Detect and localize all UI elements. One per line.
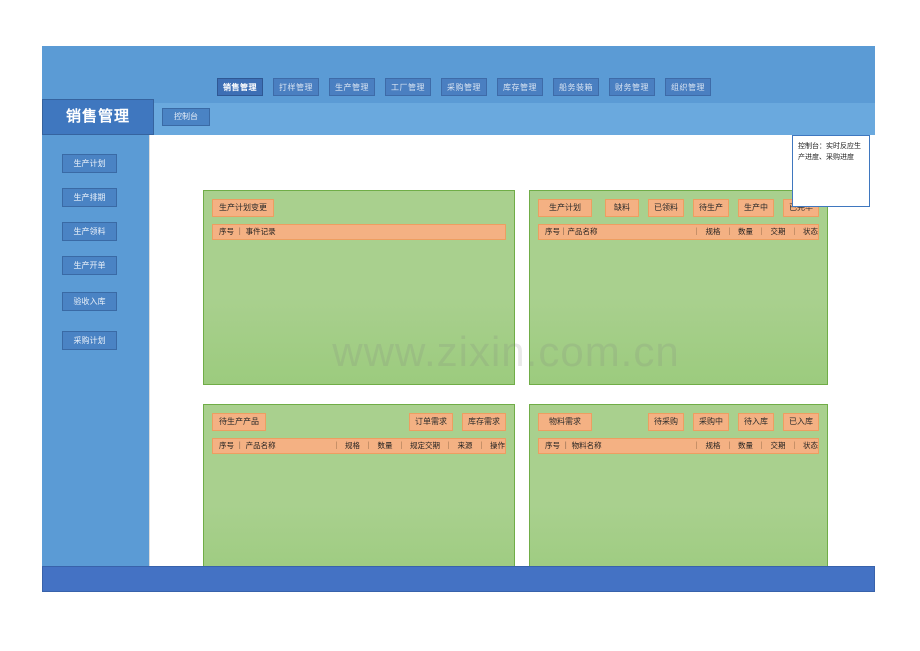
filter-shortage[interactable]: 缺料 <box>605 199 639 217</box>
column-label-source: 来源 <box>457 441 473 450</box>
nav-item-sampling-management[interactable]: 打样管理 <box>273 78 319 96</box>
filter-inventory-demand[interactable]: 库存需求 <box>462 413 506 431</box>
column-label-spec: 规格 <box>705 441 721 450</box>
column-label-required-date: 规定交期 <box>410 441 440 450</box>
filter-pending-purchase[interactable]: 待采购 <box>648 413 684 431</box>
column-separator: ｜ <box>365 441 373 450</box>
column-label-spec: 规格 <box>345 441 360 450</box>
table-column-header-production-plan: 序号｜产品名称 ｜ 规格 ｜ 数量 ｜ 交期 ｜ 状态 <box>538 224 819 240</box>
sidebar-item-production-order[interactable]: 生产开单 <box>62 256 117 275</box>
column-separator: ｜ <box>725 441 734 450</box>
column-label-operation: 操作 <box>490 441 505 450</box>
column-separator: ｜ <box>693 441 701 450</box>
column-separator: ｜ <box>397 441 406 450</box>
panel-header: 生产计划变更 <box>212 199 506 217</box>
nav-item-factory-management[interactable]: 工厂管理 <box>385 78 431 96</box>
panel-title-material-demand[interactable]: 物料需求 <box>538 413 592 431</box>
filter-group-production-plan: 缺料 已领料 待生产 生产中 已完毕 <box>605 199 819 217</box>
tab-dashboard[interactable]: 控制台 <box>162 108 210 126</box>
column-label-index-event: 序号 ｜ 事件记录 <box>219 227 276 236</box>
nav-item-organization-management[interactable]: 组织管理 <box>665 78 711 96</box>
sidebar-item-production-plan[interactable]: 生产计划 <box>62 154 117 173</box>
panel-pending-production-products: 待生产产品 订单需求 库存需求 序号 ｜ 产品名称 ｜ 规格 ｜ 数量 ｜ 规定… <box>203 404 515 588</box>
column-separator: ｜ <box>693 227 701 236</box>
column-label-status: 状态 <box>803 441 818 450</box>
filter-in-production[interactable]: 生产中 <box>738 199 774 217</box>
sidebar-item-acceptance-warehousing[interactable]: 验收入库 <box>62 292 117 311</box>
application-window: 销售管理 打样管理 生产管理 工厂管理 采购管理 库存管理 船务装箱 财务管理 … <box>42 46 875 592</box>
panel-header: 待生产产品 订单需求 库存需求 <box>212 413 506 431</box>
top-header-band: 销售管理 打样管理 生产管理 工厂管理 采购管理 库存管理 船务装箱 财务管理 … <box>42 46 875 103</box>
column-label-index-material: 序号 ｜ 物料名称 <box>545 441 602 450</box>
column-label-spec: 规格 <box>705 227 721 236</box>
panel-header: 生产计划 缺料 已领料 待生产 生产中 已完毕 <box>538 199 819 217</box>
panel-title-plan-change[interactable]: 生产计划变更 <box>212 199 274 217</box>
sidebar-item-production-schedule[interactable]: 生产排期 <box>62 188 117 207</box>
dashboard-note-box: 控制台：实时反应生产进度、采购进度 <box>792 135 870 207</box>
filter-order-demand[interactable]: 订单需求 <box>409 413 453 431</box>
column-labels-rest: ｜ 规格 ｜ 数量 ｜ 交期 ｜ 状态 <box>688 439 818 453</box>
nav-item-sales-management[interactable]: 销售管理 <box>217 78 263 96</box>
filter-purchasing[interactable]: 采购中 <box>693 413 729 431</box>
table-column-header-pending-products: 序号 ｜ 产品名称 ｜ 规格 ｜ 数量 ｜ 规定交期 ｜ 来源 ｜ 操作 <box>212 438 506 454</box>
column-separator: ｜ <box>790 441 799 450</box>
panel-production-plan-change: 生产计划变更 序号 ｜ 事件记录 <box>203 190 515 385</box>
column-label-quantity: 数量 <box>738 227 753 236</box>
column-label-quantity: 数量 <box>377 441 393 450</box>
filter-group-material-demand: 待采购 采购中 待入库 已入库 <box>648 413 819 431</box>
column-separator: ｜ <box>758 441 766 450</box>
column-label-index-product: 序号 ｜ 产品名称 <box>219 441 276 450</box>
column-separator: ｜ <box>758 227 766 236</box>
column-label-due-date: 交期 <box>770 441 786 450</box>
table-column-header-plan-change: 序号 ｜ 事件记录 <box>212 224 506 240</box>
panel-header: 物料需求 待采购 采购中 待入库 已入库 <box>538 413 819 431</box>
column-label-due-date: 交期 <box>770 227 786 236</box>
table-column-header-material-demand: 序号 ｜ 物料名称 ｜ 规格 ｜ 数量 ｜ 交期 ｜ 状态 <box>538 438 819 454</box>
filter-warehoused[interactable]: 已入库 <box>783 413 819 431</box>
column-separator: ｜ <box>332 441 341 450</box>
sidebar: 生产计划 生产排期 生产领料 生产开单 验收入库 采购计划 <box>42 135 149 566</box>
filter-pending-production[interactable]: 待生产 <box>693 199 729 217</box>
column-label-status: 状态 <box>803 227 818 236</box>
nav-item-shipping-packing[interactable]: 船务装箱 <box>553 78 599 96</box>
column-separator: ｜ <box>445 441 453 450</box>
column-label-index-product: 序号｜产品名称 <box>545 227 598 236</box>
panel-production-plan: 生产计划 缺料 已领料 待生产 生产中 已完毕 序号｜产品名称 ｜ 规格 ｜ 数… <box>529 190 828 385</box>
column-labels-rest: ｜ 规格 ｜ 数量 ｜ 交期 ｜ 状态 <box>688 225 818 239</box>
filter-material-issued[interactable]: 已领料 <box>648 199 684 217</box>
nav-item-purchasing-management[interactable]: 采购管理 <box>441 78 487 96</box>
filter-group-pending-products: 订单需求 库存需求 <box>409 413 506 431</box>
bottom-status-band <box>42 566 875 592</box>
column-label-quantity: 数量 <box>738 441 753 450</box>
nav-item-production-management[interactable]: 生产管理 <box>329 78 375 96</box>
sidebar-item-material-requisition[interactable]: 生产领料 <box>62 222 117 241</box>
sidebar-item-purchase-plan[interactable]: 采购计划 <box>62 331 117 350</box>
panel-material-demand: 物料需求 待采购 采购中 待入库 已入库 序号 ｜ 物料名称 ｜ 规格 ｜ 数量… <box>529 404 828 588</box>
filter-pending-warehousing[interactable]: 待入库 <box>738 413 774 431</box>
panel-title-production-plan[interactable]: 生产计划 <box>538 199 592 217</box>
column-separator: ｜ <box>725 227 734 236</box>
nav-item-finance-management[interactable]: 财务管理 <box>609 78 655 96</box>
nav-item-inventory-management[interactable]: 库存管理 <box>497 78 543 96</box>
column-separator: ｜ <box>477 441 486 450</box>
main-navigation-bar: 销售管理 打样管理 生产管理 工厂管理 采购管理 库存管理 船务装箱 财务管理 … <box>42 73 875 101</box>
column-separator: ｜ <box>790 227 799 236</box>
module-title: 销售管理 <box>42 99 154 135</box>
tab-strip: 控制台 <box>162 106 210 128</box>
panel-title-pending-products[interactable]: 待生产产品 <box>212 413 266 431</box>
column-labels-rest: ｜ 规格 ｜ 数量 ｜ 规定交期 ｜ 来源 ｜ 操作 <box>328 439 506 453</box>
